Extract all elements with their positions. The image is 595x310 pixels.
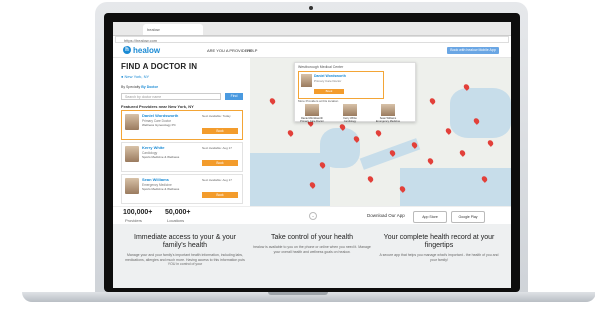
doctor-name[interactable]: Daniel Wordsworth [142,113,178,118]
book-button[interactable]: Book [202,160,238,166]
logo-text: healow [133,46,161,55]
feature-title: Take control of your health [270,234,354,241]
doctor-card[interactable]: Daniel Wordsworth Primary Care Doctor We… [121,110,243,140]
feature-text: healow is available to you on the phone … [253,245,371,254]
browser-chrome: healow [113,22,511,36]
map-pin[interactable] [366,175,375,183]
book-button[interactable]: Book [202,192,238,198]
mini-doctor-label: Kerry White Cardiology [343,117,357,123]
page-title: FIND A DOCTOR IN [121,62,198,71]
map-water [320,128,360,168]
browser-tab[interactable]: healow [143,24,203,35]
providers-map[interactable]: Westborough Medical Center Daniel Wordsw… [250,58,511,206]
map-pin[interactable] [458,149,467,157]
map-pin[interactable] [268,97,277,105]
book-button[interactable]: Book [202,128,238,134]
popup-doctor-name[interactable]: Daniel Wordsworth [314,74,346,78]
doctor-card[interactable]: Kerry White Cardiology Sports Medicine &… [121,142,243,172]
map-pin[interactable] [286,129,295,137]
doctor-address: Sports Medicine & Wellness [142,155,180,159]
providers-count: 100,000+ [123,209,153,216]
mini-doctor-label: Daniel Wordsworth Primary Care Doctor [300,117,324,123]
book-app-button[interactable]: Book with healow Mobile App [447,47,499,54]
doctor-availability: Next Available: Aug 17 [202,178,232,182]
map-pin[interactable] [426,157,435,165]
doctor-avatar [301,74,312,87]
locations-label: Locations [167,218,185,223]
camera-icon [309,6,313,10]
popup-book-button[interactable]: Book [314,89,344,94]
app-store-button[interactable]: App Store [413,211,447,223]
stats-bar: 100,000+ Providers 50,000+ Locations ⌄ D… [113,206,511,225]
mini-doctor-label: Sean Williams Emergency Medicine [375,117,401,123]
address-bar[interactable]: https://healow.com [115,36,509,43]
site-header: h healow ARE YOU A PROVIDER? HELP Book wi… [113,44,511,58]
popup-doctor-specialty: Primary Care Doctor [314,79,342,83]
search-by-label: By Specialty By Doctor [121,85,158,89]
doctor-card[interactable]: Sean Williams Emergency Medicine Sports … [121,174,243,204]
feature-text: Manage your and your family's important … [125,253,245,267]
featured-heading: Featured Providers near New York, NY [121,104,194,109]
mini-doctor-avatar[interactable] [305,104,319,116]
mini-doctor-avatar[interactable] [343,104,357,116]
browser-screen: healow https://healow.com h healow ARE YO… [113,22,511,288]
chevron-down-icon[interactable]: ⌄ [309,212,317,220]
find-button[interactable]: Find [225,93,243,100]
location-selector[interactable]: ● New York, NY [121,74,149,79]
laptop-notch [268,292,328,295]
location-popup[interactable]: Westborough Medical Center Daniel Wordsw… [294,62,416,123]
doctor-address: Sports Medicine & Wellness [142,187,180,191]
doctor-availability: Next Available: Today [202,114,231,118]
by-doctor-tab[interactable]: By Doctor [141,85,158,89]
popup-doctor-card[interactable]: Daniel Wordsworth Primary Care Doctor Bo… [298,71,384,99]
map-water [250,153,330,206]
doctor-address: Wellness Gynecology PC [142,123,176,127]
search-panel: FIND A DOCTOR IN ● New York, NY By Speci… [113,58,250,206]
map-pin[interactable] [374,129,383,137]
map-water [450,88,511,138]
locations-count: 50,000+ [165,209,191,216]
feature-title: Your complete health record at your fing… [383,234,495,249]
doctor-avatar [125,178,139,194]
map-pin[interactable] [428,97,437,105]
doctor-availability: Next Available: Aug 17 [202,146,232,150]
more-providers-label: More Providers at this location [298,99,339,103]
feature-block: Take control of your health healow is av… [252,234,372,254]
download-label: Download Our App [367,213,405,218]
popup-title: Westborough Medical Center [298,65,344,69]
by-specialty-tab[interactable]: By Specialty [121,85,140,89]
nav-provider-link[interactable]: ARE YOU A PROVIDER? [207,48,253,53]
map-water [400,168,511,206]
location-value: New York, NY [124,74,150,79]
feature-title: Immediate access to your & your family's… [134,234,236,249]
doctor-name[interactable]: Sean Williams [142,177,169,182]
healow-logo[interactable]: h healow [123,46,160,55]
feature-text: A secure app that helps you manage what'… [379,253,499,262]
doctor-name[interactable]: Kerry White [142,145,164,150]
features-section: Immediate access to your & your family's… [113,224,511,288]
google-play-button[interactable]: Google Play [451,211,485,223]
mini-doctor-avatar[interactable] [381,104,395,116]
map-pin[interactable] [486,139,495,147]
feature-block: Your complete health record at your fing… [379,234,499,262]
feature-block: Immediate access to your & your family's… [125,234,245,267]
providers-label: Providers [125,218,142,223]
doctor-avatar [125,146,139,162]
doctor-search-input[interactable]: Search by doctor name [121,93,221,100]
nav-help-link[interactable]: HELP [247,48,257,53]
doctor-avatar [125,114,139,130]
logo-icon: h [123,46,131,54]
